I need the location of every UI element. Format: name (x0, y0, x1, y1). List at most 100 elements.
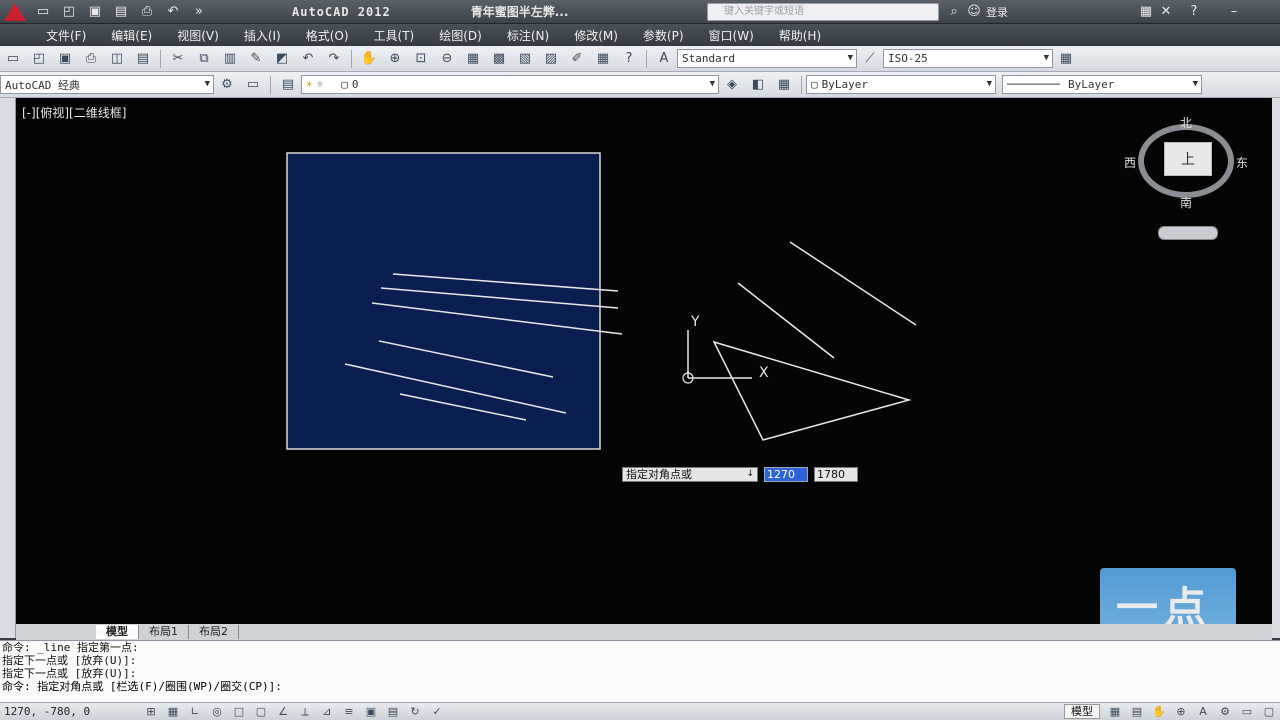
clean-screen-icon[interactable]: ▢ (1259, 704, 1279, 720)
design-center-icon[interactable]: ▩ (488, 49, 510, 69)
publish-icon[interactable]: ▤ (132, 49, 154, 69)
3d-osnap-icon[interactable]: ▢ (251, 704, 271, 720)
menu-draw[interactable]: 绘图(D) (439, 27, 482, 44)
menu-edit[interactable]: 编辑(E) (111, 27, 152, 44)
polar-icon[interactable]: ◎ (207, 704, 227, 720)
compass-east[interactable]: 东 (1236, 154, 1248, 171)
undo-icon[interactable]: ↶ (163, 3, 183, 21)
tab-layout1[interactable]: 布局1 (139, 625, 189, 639)
model-space-button[interactable]: 模型 (1064, 704, 1100, 719)
undo-tool-icon[interactable]: ↶ (297, 49, 319, 69)
lock-icon[interactable]: ▭ (1237, 704, 1257, 720)
exchange-icon[interactable]: ▦ (1136, 2, 1156, 22)
grid-icon[interactable]: ▦ (163, 704, 183, 720)
zoom-previous-icon[interactable]: ⊖ (436, 49, 458, 69)
x-icon[interactable]: ✕ (1156, 2, 1176, 22)
menu-modify[interactable]: 修改(M) (574, 27, 618, 44)
menu-format[interactable]: 格式(O) (306, 27, 349, 44)
save-icon[interactable]: ▣ (85, 3, 105, 21)
tab-model[interactable]: 模型 (96, 625, 139, 639)
menu-tools[interactable]: 工具(T) (374, 27, 415, 44)
block-editor-icon[interactable]: ◩ (271, 49, 293, 69)
quick-view-layouts-icon[interactable]: ▦ (1105, 704, 1125, 720)
otrack-icon[interactable]: ∠ (273, 704, 293, 720)
dynamic-y-field[interactable]: 1780 (814, 467, 858, 482)
options-icon[interactable]: ↓ (746, 468, 754, 481)
help-search-input[interactable]: 键入关键字或短语 (707, 3, 939, 21)
selection-cycling-icon[interactable]: ↻ (405, 704, 425, 720)
plot-file-icon[interactable]: ⎙ (80, 49, 102, 69)
dyn-icon[interactable]: ⊿ (317, 704, 337, 720)
markup-icon[interactable]: ✐ (566, 49, 588, 69)
drawing-svg[interactable]: Y X (16, 98, 1272, 624)
wcs-menu-button[interactable] (1158, 226, 1218, 240)
copy-icon[interactable]: ⧉ (193, 49, 215, 69)
tool-palettes-icon[interactable]: ▧ (514, 49, 536, 69)
cut-icon[interactable]: ✂ (167, 49, 189, 69)
zoom-realtime-icon[interactable]: ⊕ (384, 49, 406, 69)
compass-south[interactable]: 南 (1180, 194, 1192, 211)
save-as-icon[interactable]: ▤ (111, 3, 131, 21)
text-style-select[interactable]: Standard ▼ (677, 49, 857, 68)
layer-select[interactable]: ☀ ☼ ▢ 0 ▼ (301, 75, 719, 94)
open-icon[interactable]: ◰ (59, 3, 79, 21)
match-properties-icon[interactable]: ✎ (245, 49, 267, 69)
autocad-logo-icon[interactable] (0, 0, 30, 24)
new-icon[interactable]: ▭ (33, 3, 53, 21)
layer-previous-icon[interactable]: ◧ (747, 75, 769, 95)
preview-icon[interactable]: ◫ (106, 49, 128, 69)
right-scrollbar[interactable] (1272, 98, 1280, 638)
save-file-icon[interactable]: ▣ (54, 49, 76, 69)
workspace-lock-icon[interactable]: ▭ (242, 75, 264, 95)
coordinate-readout[interactable]: 1270, -780, 0 (0, 705, 140, 718)
annotation-monitor-icon[interactable]: ✓ (427, 704, 447, 720)
command-prompt-line[interactable]: 命令: 指定对角点或 [栏选(F)/圈围(WP)/圈交(CP)]: (2, 680, 1280, 693)
menu-parameters[interactable]: 参数(P) (643, 27, 684, 44)
quick-view-drawings-icon[interactable]: ▤ (1127, 704, 1147, 720)
menu-window[interactable]: 窗口(W) (709, 27, 754, 44)
menu-dimension[interactable]: 标注(N) (507, 27, 549, 44)
zoom-window-icon[interactable]: ⊡ (410, 49, 432, 69)
snap-icon[interactable]: ⊞ (141, 704, 161, 720)
minimize-icon[interactable]: – (1224, 2, 1244, 22)
drawing-canvas[interactable]: [-][俯视][二维线框] Y X 指定对角点或 ↓ 1270 1780 上 北… (16, 98, 1272, 624)
lineweight-icon[interactable]: ≡ (339, 704, 359, 720)
viewcube[interactable]: 上 北 南 东 西 (1124, 114, 1248, 224)
tab-layout2[interactable]: 布局2 (189, 625, 239, 639)
menu-file[interactable]: 文件(F) (46, 27, 86, 44)
open-file-icon[interactable]: ◰ (28, 49, 50, 69)
layer-state-icon[interactable]: ▦ (773, 75, 795, 95)
quick-properties-icon[interactable]: ▤ (383, 704, 403, 720)
ortho-icon[interactable]: ∟ (185, 704, 205, 720)
layer-properties-icon[interactable]: ▤ (277, 75, 299, 95)
transparency-icon[interactable]: ▣ (361, 704, 381, 720)
redo-icon[interactable]: » (189, 3, 209, 21)
color-select[interactable]: ▢ ByLayer ▼ (806, 75, 996, 94)
menu-view[interactable]: 视图(V) (177, 27, 219, 44)
pan-status-icon[interactable]: ✋ (1149, 704, 1169, 720)
paste-icon[interactable]: ▥ (219, 49, 241, 69)
quickcalc-icon[interactable]: ▦ (592, 49, 614, 69)
osnap-icon[interactable]: □ (229, 704, 249, 720)
workspace-switch-icon[interactable]: ⚙ (1215, 704, 1235, 720)
viewcube-top-face[interactable]: 上 (1164, 142, 1212, 176)
zoom-status-icon[interactable]: ⊕ (1171, 704, 1191, 720)
binoculars-icon[interactable]: ⌕ (944, 2, 964, 22)
new-file-icon[interactable]: ▭ (2, 49, 24, 69)
dynamic-x-field[interactable]: 1270 (764, 467, 808, 482)
help-tool-icon[interactable]: ? (618, 49, 640, 69)
help-icon[interactable]: ? (1184, 2, 1204, 22)
workspace-settings-icon[interactable]: ⚙ (216, 75, 238, 95)
dim-style-select[interactable]: ISO-25 ▼ (883, 49, 1053, 68)
menu-insert[interactable]: 插入(I) (244, 27, 281, 44)
properties-icon[interactable]: ▦ (462, 49, 484, 69)
plot-icon[interactable]: ⎙ (137, 3, 157, 21)
linetype-select[interactable]: ──────── ByLayer ▼ (1002, 75, 1202, 94)
pan-icon[interactable]: ✋ (358, 49, 380, 69)
user-icon[interactable]: ☺ (964, 2, 984, 22)
compass-north[interactable]: 北 (1180, 114, 1192, 131)
compass-west[interactable]: 西 (1124, 154, 1136, 171)
redo-tool-icon[interactable]: ↷ (323, 49, 345, 69)
login-link[interactable]: 登录 (986, 4, 1008, 20)
make-current-layer-icon[interactable]: ◈ (721, 75, 743, 95)
